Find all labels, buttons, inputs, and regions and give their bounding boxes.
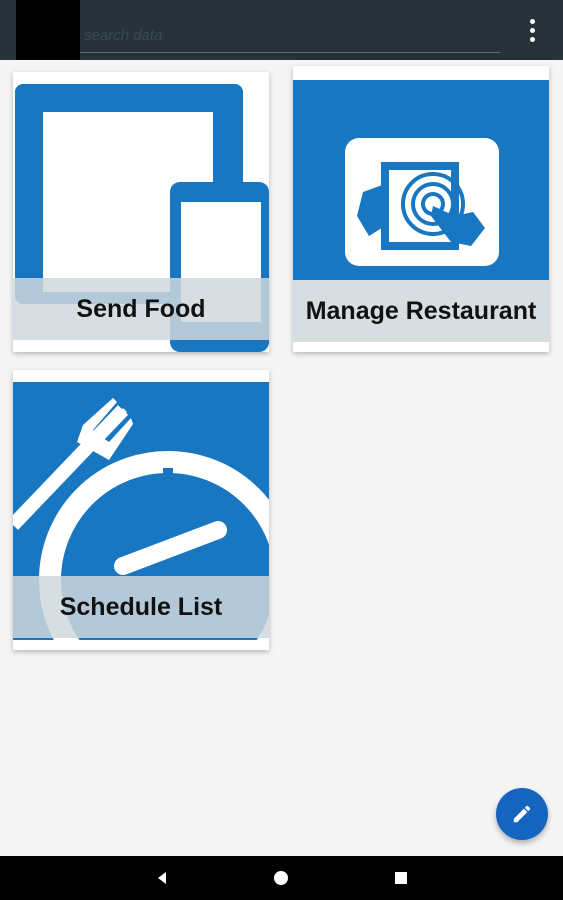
back-button[interactable] bbox=[138, 856, 186, 900]
search-field[interactable] bbox=[80, 14, 500, 53]
pencil-icon bbox=[513, 805, 531, 823]
tile-label: Schedule List bbox=[13, 576, 269, 638]
home-icon bbox=[274, 871, 288, 885]
tile-send-food[interactable]: Send Food bbox=[13, 72, 269, 352]
search-input[interactable] bbox=[80, 14, 500, 52]
recents-icon bbox=[395, 872, 407, 884]
app-logo bbox=[16, 0, 80, 60]
edit-fab-button[interactable] bbox=[496, 788, 548, 840]
system-nav-bar bbox=[0, 856, 563, 900]
back-icon bbox=[158, 872, 166, 884]
tile-manage-restaurant[interactable]: Manage Restaurant bbox=[293, 66, 549, 352]
overflow-menu-icon[interactable] bbox=[520, 16, 544, 44]
app-bar bbox=[0, 0, 563, 60]
home-button[interactable] bbox=[257, 856, 305, 900]
recents-button[interactable] bbox=[377, 856, 425, 900]
tile-label: Send Food bbox=[13, 278, 269, 340]
tile-label: Manage Restaurant bbox=[293, 280, 549, 342]
tile-schedule-list[interactable]: Schedule List bbox=[13, 370, 269, 650]
